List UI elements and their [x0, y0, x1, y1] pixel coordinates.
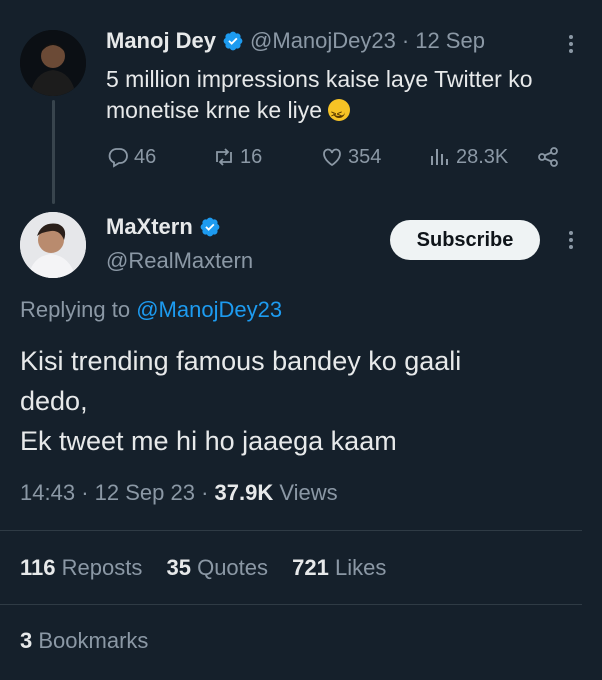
- subscribe-button[interactable]: Subscribe: [390, 220, 540, 260]
- likes-label: Likes: [334, 555, 387, 580]
- verified-badge-icon: [223, 31, 243, 51]
- parent-tweet-header: Manoj Dey @ManojDey23 · 12 Sep: [106, 28, 485, 54]
- repost-icon: [216, 148, 232, 166]
- divider: [0, 604, 582, 605]
- replying-to-prefix: Replying to: [20, 297, 131, 322]
- reply-icon: [108, 148, 128, 168]
- parent-date[interactable]: 12 Sep: [415, 28, 485, 54]
- divider: [0, 530, 582, 531]
- parent-tweet-body: 5 million impressions kaise laye Twitter…: [106, 66, 533, 123]
- views-action[interactable]: 28.3K: [428, 145, 508, 169]
- reply-tweet-meta: 14:43 · 12 Sep 23 · 37.9K Views: [20, 480, 338, 506]
- reply-more-options-icon[interactable]: [562, 228, 580, 252]
- meta-separator: ·: [81, 480, 89, 505]
- analytics-icon: [431, 149, 448, 165]
- parent-action-bar: 46 16 354 28.3K: [106, 145, 576, 175]
- replying-to-handle-link[interactable]: @ManojDey23: [136, 297, 282, 322]
- reply-count: 46: [134, 145, 157, 168]
- reply-text-line: Ek tweet me hi ho jaaega kaam: [20, 426, 397, 456]
- share-icon: [538, 147, 558, 167]
- quotes-stat[interactable]: 35 Quotes: [166, 555, 274, 580]
- reposts-count: 116: [20, 555, 56, 580]
- bookmarks-stat[interactable]: 3 Bookmarks: [20, 628, 148, 654]
- tweet-date[interactable]: 12 Sep 23: [95, 480, 195, 505]
- bookmarks-label: Bookmarks: [38, 628, 149, 653]
- parent-more-options-icon[interactable]: [562, 32, 580, 56]
- parent-handle[interactable]: @ManojDey23: [250, 28, 396, 54]
- reply-author-name[interactable]: MaXtern: [106, 214, 193, 240]
- quotes-label: Quotes: [197, 555, 269, 580]
- heart-icon: [323, 148, 341, 167]
- reply-author-row: MaXtern: [106, 214, 227, 240]
- quotes-count: 35: [166, 555, 191, 580]
- share-action[interactable]: [536, 145, 560, 169]
- bookmarks-count: 3: [20, 628, 33, 653]
- reply-text-line: Kisi trending famous bandey ko gaali: [20, 346, 462, 376]
- verified-badge-icon: [200, 217, 220, 237]
- views-count: 28.3K: [456, 145, 509, 168]
- thread-connector-line: [52, 100, 55, 204]
- avatar-maxtern[interactable]: [20, 212, 86, 278]
- reply-tweet-text: Kisi trending famous bandey ko gaali ded…: [20, 341, 580, 461]
- reply-action[interactable]: 46: [106, 145, 156, 169]
- parent-tweet-text: 5 million impressions kaise laye Twitter…: [106, 64, 576, 130]
- views-total: 37.9K: [214, 480, 274, 505]
- repost-count: 16: [240, 145, 263, 168]
- reposts-label: Reposts: [61, 555, 143, 580]
- engagement-stats-row: 116 Reposts 35 Quotes 721 Likes: [20, 555, 404, 581]
- repost-action[interactable]: 16: [212, 145, 262, 169]
- parent-author-name[interactable]: Manoj Dey: [106, 28, 216, 54]
- replying-to-line: Replying to @ManojDey23: [20, 297, 282, 323]
- like-action[interactable]: 354: [320, 145, 381, 169]
- tweet-time[interactable]: 14:43: [20, 480, 75, 505]
- grimacing-squint-face-emoji-icon: [328, 99, 351, 130]
- reply-author-handle[interactable]: @RealMaxtern: [106, 248, 253, 274]
- reply-text-line: dedo,: [20, 386, 88, 416]
- header-separator: ·: [401, 28, 410, 53]
- meta-separator: ·: [201, 480, 209, 505]
- avatar-manoj-dey[interactable]: [20, 30, 86, 96]
- likes-count: 721: [292, 555, 329, 580]
- likes-stat[interactable]: 721 Likes: [292, 555, 386, 580]
- views-label: Views: [279, 480, 338, 505]
- reposts-stat[interactable]: 116 Reposts: [20, 555, 148, 580]
- like-count: 354: [348, 145, 382, 168]
